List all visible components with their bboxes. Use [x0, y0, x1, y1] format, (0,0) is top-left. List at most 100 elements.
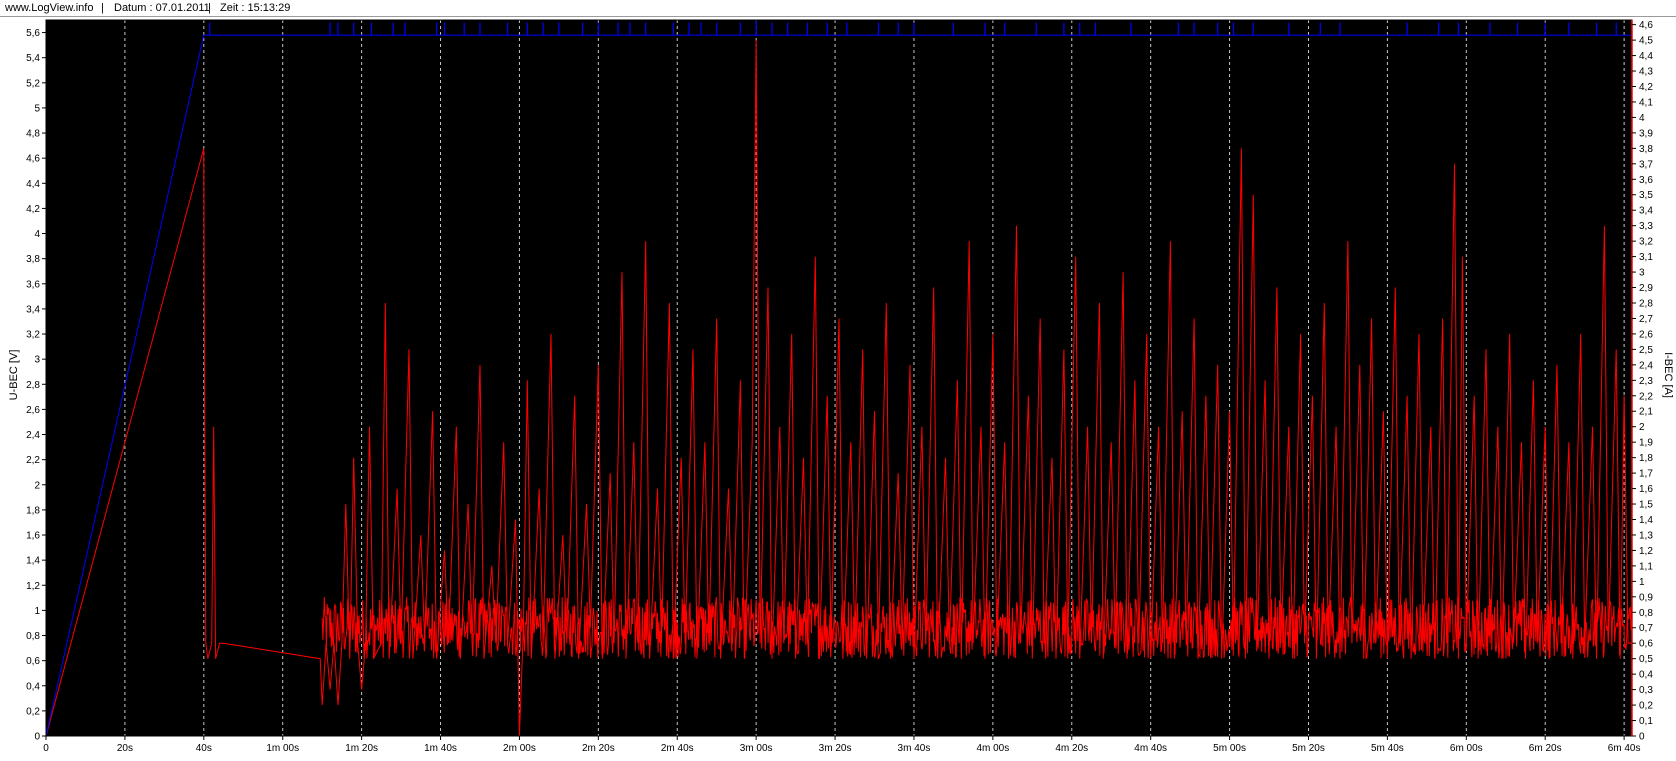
right-tick-label: 0,2: [1639, 701, 1653, 712]
right-tick-label: 2,4: [1639, 360, 1653, 371]
right-tick-label: 3,5: [1639, 190, 1653, 201]
x-tick-label: 5m 40s: [1371, 743, 1404, 754]
left-tick-label: 2,8: [26, 380, 40, 391]
right-tick-label: 1,8: [1639, 453, 1653, 464]
right-tick-label: 1,5: [1639, 500, 1653, 511]
right-tick-label: 3,3: [1639, 221, 1653, 232]
right-tick-label: 3,8: [1639, 144, 1653, 155]
x-tick-label: 40s: [196, 743, 212, 754]
x-tick-label: 20s: [117, 743, 133, 754]
right-tick-label: 4,6: [1639, 20, 1653, 31]
right-tick-label: 1,2: [1639, 546, 1653, 557]
left-tick-label: 3,4: [26, 304, 40, 315]
x-tick-label: 4m 00s: [976, 743, 1009, 754]
x-tick-label: 0: [43, 743, 49, 754]
right-tick-label: 1,9: [1639, 438, 1653, 449]
left-tick-label: 4,2: [26, 204, 40, 215]
right-tick-label: 1,6: [1639, 484, 1653, 495]
left-tick-label: 1,8: [26, 505, 40, 516]
right-tick-label: 4,4: [1639, 51, 1653, 62]
left-tick-label: 1,2: [26, 581, 40, 592]
right-tick-label: 1: [1639, 577, 1645, 588]
right-tick-label: 4,5: [1639, 36, 1653, 47]
left-tick-label: 0,4: [26, 681, 40, 692]
right-tick-label: 0,7: [1639, 623, 1653, 634]
left-tick-label: 2,2: [26, 455, 40, 466]
left-tick-label: 2,4: [26, 430, 40, 441]
right-tick-label: 2,7: [1639, 314, 1653, 325]
left-tick-label: 3: [34, 355, 40, 366]
right-tick-label: 0,5: [1639, 654, 1653, 665]
right-tick-label: 2,6: [1639, 329, 1653, 340]
right-axis: 0 0,1 0,2 0,3 0,4 0,5 0,6 0,7 0,8 0,9 1 1,1 1,2 1,3 1,…: [1631, 20, 1653, 743]
right-tick-label: 4,2: [1639, 82, 1653, 93]
left-tick-label: 0,2: [26, 706, 40, 717]
left-tick-label: 4: [34, 229, 40, 240]
left-tick-label: 1: [34, 606, 40, 617]
left-tick-label: 0,8: [26, 631, 40, 642]
right-tick-label: 2,1: [1639, 407, 1653, 418]
x-tick-label: 4m 20s: [1055, 743, 1088, 754]
right-tick-label: 3,2: [1639, 237, 1653, 248]
right-tick-label: 2: [1639, 422, 1645, 433]
right-tick-label: 4: [1639, 113, 1645, 124]
right-tick-label: 1,7: [1639, 469, 1653, 480]
x-tick-label: 3m 40s: [898, 743, 931, 754]
right-tick-label: 3,1: [1639, 252, 1653, 263]
x-axis: 0 20s 40s 1m 00s 1m 20s 1m 40s 2m 00s 2m 20s 2m …: [43, 736, 1641, 754]
right-tick-label: 0,6: [1639, 639, 1653, 650]
right-tick-label: 2,5: [1639, 345, 1653, 356]
x-tick-label: 2m 00s: [503, 743, 536, 754]
x-tick-label: 3m 20s: [819, 743, 852, 754]
left-tick-label: 4,6: [26, 154, 40, 165]
right-tick-label: 3,4: [1639, 206, 1653, 217]
right-tick-label: 1,1: [1639, 561, 1653, 572]
right-tick-label: 4,3: [1639, 67, 1653, 78]
x-tick-label: 1m 40s: [424, 743, 457, 754]
right-axis-label: I-BEC [A]: [1662, 352, 1674, 398]
right-tick-label: 0,9: [1639, 592, 1653, 603]
right-tick-label: 3,7: [1639, 159, 1653, 170]
left-axis: 0 0,2 0,4 0,6 0,8 1 1,2 1,4 1,6 1,8 2 2,2 2,4 2,6 2,8 3…: [26, 20, 47, 743]
left-tick-label: 5,4: [26, 53, 40, 64]
left-tick-label: 2: [34, 480, 40, 491]
right-tick-label: 1,3: [1639, 530, 1653, 541]
right-tick-label: 2,8: [1639, 298, 1653, 309]
right-tick-label: 3,9: [1639, 128, 1653, 139]
left-tick-label: 0,6: [26, 656, 40, 667]
left-tick-label: 3,2: [26, 330, 40, 341]
left-tick-label: 5,6: [26, 28, 40, 39]
left-tick-label: 2,6: [26, 405, 40, 416]
right-tick-label: 0,1: [1639, 716, 1653, 727]
right-tick-label: 2,2: [1639, 391, 1653, 402]
left-tick-label: 0: [34, 732, 40, 743]
chart: 0 0,2 0,4 0,6 0,8 1 1,2 1,4 1,6 1,8 2 2,2 2,4 2,6 2,8 3…: [8, 19, 1674, 754]
right-tick-label: 2,9: [1639, 283, 1653, 294]
x-tick-label: 5m 00s: [1213, 743, 1246, 754]
left-tick-label: 4,4: [26, 179, 40, 190]
left-tick-label: 5: [34, 103, 40, 114]
right-tick-label: 3,6: [1639, 175, 1653, 186]
left-tick-label: 5,2: [26, 78, 40, 89]
right-tick-label: 0: [1639, 732, 1645, 743]
left-axis-label: U-BEC [V]: [8, 350, 20, 401]
left-tick-label: 3,8: [26, 254, 40, 265]
x-tick-label: 3m 00s: [740, 743, 773, 754]
left-tick-label: 1,4: [26, 556, 40, 567]
x-tick-label: 1m 20s: [345, 743, 378, 754]
right-tick-label: 4,1: [1639, 97, 1653, 108]
left-tick-label: 3,6: [26, 279, 40, 290]
x-tick-label: 6m 40s: [1608, 743, 1641, 754]
x-tick-label: 2m 40s: [661, 743, 694, 754]
right-tick-label: 0,3: [1639, 685, 1653, 696]
right-tick-label: 2,3: [1639, 376, 1653, 387]
right-tick-label: 1,4: [1639, 515, 1653, 526]
left-tick-label: 1,6: [26, 531, 40, 542]
right-tick-label: 0,4: [1639, 670, 1653, 681]
x-tick-label: 4m 40s: [1134, 743, 1167, 754]
right-tick-label: 3: [1639, 268, 1645, 279]
x-tick-label: 1m 00s: [266, 743, 299, 754]
x-tick-label: 5m 20s: [1292, 743, 1325, 754]
x-tick-label: 6m 20s: [1529, 743, 1562, 754]
right-tick-label: 0,8: [1639, 608, 1653, 619]
